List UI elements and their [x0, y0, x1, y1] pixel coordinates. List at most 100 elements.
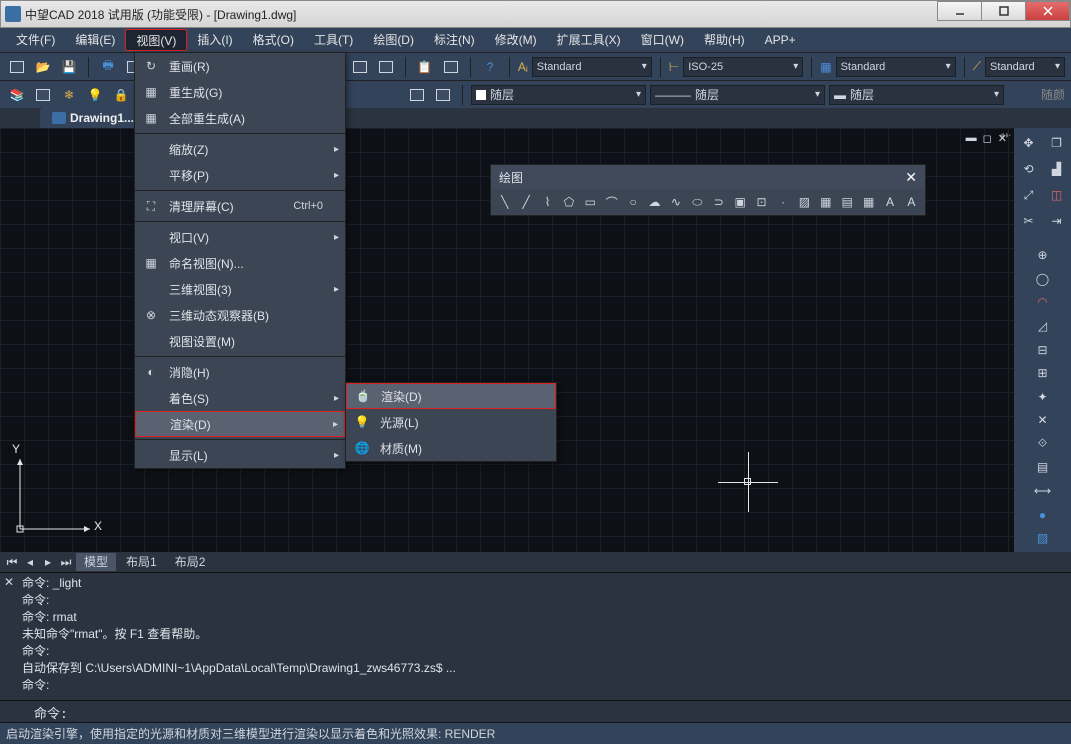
spline-icon[interactable]: ∿ — [666, 192, 685, 212]
tab-model[interactable]: 模型 — [76, 553, 116, 571]
ellipsearc-icon[interactable]: ⊃ — [709, 192, 728, 212]
command-close-icon[interactable]: ✕ — [4, 575, 14, 589]
lengthen-icon[interactable]: ⟷ — [1032, 481, 1054, 501]
arc-icon[interactable]: ⌒ — [602, 192, 621, 212]
linetype-combo[interactable]: ———随层 — [650, 85, 825, 105]
help-icon[interactable]: ? — [479, 56, 501, 78]
trim-icon[interactable]: ✂ — [1018, 210, 1040, 232]
menu-regen[interactable]: ▦重生成(G) — [135, 79, 345, 105]
layout-last-icon[interactable]: ⏭ — [58, 555, 74, 570]
menu-app[interactable]: APP+ — [755, 29, 806, 51]
menu-regenall[interactable]: ▦全部重生成(A) — [135, 105, 345, 131]
linetype-icon[interactable] — [432, 84, 454, 106]
window-close-button[interactable] — [1025, 1, 1070, 21]
circle-icon[interactable]: ○ — [623, 192, 642, 212]
child-minimize-icon[interactable]: ▬ — [966, 132, 977, 145]
rotate-icon[interactable]: ⟲ — [1018, 158, 1040, 180]
offset-icon[interactable]: ⊕ — [1032, 245, 1054, 265]
menu-tools[interactable]: 工具(T) — [304, 29, 363, 51]
open-icon[interactable]: 📂 — [32, 56, 54, 78]
xline-icon[interactable]: ╱ — [516, 192, 535, 212]
menu-zoom[interactable]: 缩放(Z)▸ — [135, 136, 345, 162]
window-maximize-button[interactable] — [981, 1, 1026, 21]
layout-prev-icon[interactable]: ◂ — [22, 555, 38, 569]
pline-icon[interactable]: ⌇ — [538, 192, 557, 212]
tab-layout2[interactable]: 布局2 — [167, 553, 214, 571]
menu-express[interactable]: 扩展工具(X) — [547, 29, 631, 51]
child-close-icon[interactable]: ✕ — [998, 132, 1007, 145]
color-combo[interactable]: 随层 — [471, 85, 646, 105]
new-icon[interactable] — [6, 56, 28, 78]
menu-pan[interactable]: 平移(P)▸ — [135, 162, 345, 188]
menu-modify[interactable]: 修改(M) — [485, 29, 547, 51]
mline-style-combo[interactable]: Standard — [985, 57, 1065, 77]
window-minimize-button[interactable] — [937, 1, 982, 21]
draw-toolbar-titlebar[interactable]: 绘图 ✕ — [491, 165, 925, 189]
menu-hide[interactable]: ◐消隐(H) — [135, 359, 345, 385]
layer-manager-icon[interactable]: 📚 — [6, 84, 28, 106]
region-icon[interactable]: ▤ — [838, 192, 857, 212]
line-icon[interactable]: ╲ — [495, 192, 514, 212]
erase-icon[interactable]: ✕ — [1032, 411, 1054, 431]
break-icon[interactable]: ⊟ — [1032, 340, 1054, 360]
menu-view[interactable]: 视图(V) — [125, 29, 187, 51]
menu-window[interactable]: 窗口(W) — [631, 29, 694, 51]
layer-lock-icon[interactable]: 🔒 — [110, 84, 132, 106]
submenu-render[interactable]: 🍵渲染(D) — [346, 383, 556, 409]
layout-next-icon[interactable]: ▸ — [40, 555, 56, 569]
command-input[interactable]: 命令: — [0, 700, 1071, 722]
document-tab[interactable]: Drawing1... — [40, 108, 146, 128]
menu-help[interactable]: 帮助(H) — [694, 29, 755, 51]
menu-redraw[interactable]: ↻重画(R) — [135, 53, 345, 79]
mirror-icon[interactable]: ▟ — [1046, 158, 1068, 180]
hatch-icon[interactable]: ▨ — [1032, 528, 1054, 548]
rectangle-icon[interactable]: ▭ — [581, 192, 600, 212]
join-icon[interactable]: ⊞ — [1032, 363, 1054, 383]
command-history[interactable]: ✕ 命令: _light 命令: 命令: rmat 未知命令"rmat"。按 F… — [0, 572, 1071, 700]
table-icon[interactable]: ▦ — [859, 192, 878, 212]
layer-freeze-icon[interactable]: ❄ — [58, 84, 80, 106]
child-maximize-icon[interactable]: ◻ — [983, 132, 992, 145]
block-icon[interactable]: ⊡ — [752, 192, 771, 212]
menu-dimension[interactable]: 标注(N) — [424, 29, 485, 51]
point-icon[interactable]: · — [773, 192, 792, 212]
menu-file[interactable]: 文件(F) — [6, 29, 65, 51]
menu-display[interactable]: 显示(L)▸ — [135, 442, 345, 468]
menu-viewport[interactable]: 视口(V)▸ — [135, 224, 345, 250]
sphere-icon[interactable]: ● — [1032, 505, 1054, 525]
lineweight-combo[interactable]: ▬随层 — [829, 85, 1004, 105]
fillet-icon[interactable]: ◠ — [1032, 293, 1054, 313]
color-icon[interactable] — [406, 84, 428, 106]
menu-render[interactable]: 渲染(D)▸ — [135, 411, 345, 437]
tab-layout1[interactable]: 布局1 — [118, 553, 165, 571]
scale-icon[interactable]: ⤢ — [1018, 184, 1040, 206]
menu-namedview[interactable]: ▦命名视图(N)... — [135, 250, 345, 276]
print-icon[interactable]: 🖶 — [97, 56, 119, 78]
align-icon[interactable]: ▤ — [1032, 458, 1054, 478]
hatch-tool-icon[interactable]: ▨ — [795, 192, 814, 212]
submenu-light[interactable]: 💡光源(L) — [346, 409, 556, 435]
chamfer-icon[interactable]: ◿ — [1032, 316, 1054, 336]
layer-states-icon[interactable] — [32, 84, 54, 106]
dim-style-combo[interactable]: ISO-25 — [683, 57, 803, 77]
submenu-material[interactable]: 🌐材质(M) — [346, 435, 556, 461]
extend-icon[interactable]: ⇥ — [1046, 210, 1068, 232]
draw-floating-toolbar[interactable]: 绘图 ✕ ╲ ╱ ⌇ ⬠ ▭ ⌒ ○ ☁ ∿ ⬭ ⊃ ▣ ⊡ · ▨ ▦ ▤ ▦… — [490, 164, 926, 216]
menu-format[interactable]: 格式(O) — [243, 29, 304, 51]
stretch-icon[interactable]: ◫ — [1046, 184, 1068, 206]
gradient-icon[interactable]: ▦ — [816, 192, 835, 212]
menu-3dorbit[interactable]: ⊗三维动态观察器(B) — [135, 302, 345, 328]
zoom-window-icon[interactable] — [349, 56, 371, 78]
move-icon[interactable]: ✥ — [1018, 132, 1040, 154]
table-style-combo[interactable]: Standard — [836, 57, 956, 77]
copy-icon[interactable]: ❐ — [1046, 132, 1068, 154]
zoom-prev-icon[interactable] — [375, 56, 397, 78]
insert-icon[interactable]: ▣ — [730, 192, 749, 212]
mtext-icon[interactable]: A — [880, 192, 899, 212]
array-icon[interactable]: ◯ — [1032, 269, 1054, 289]
properties-icon[interactable]: 📋 — [414, 56, 436, 78]
menu-draw[interactable]: 绘图(D) — [363, 29, 424, 51]
pedit-icon[interactable]: ⟐ — [1032, 434, 1054, 454]
layout-first-icon[interactable]: ⏮ — [4, 555, 20, 570]
ellipse-icon[interactable]: ⬭ — [688, 192, 707, 212]
